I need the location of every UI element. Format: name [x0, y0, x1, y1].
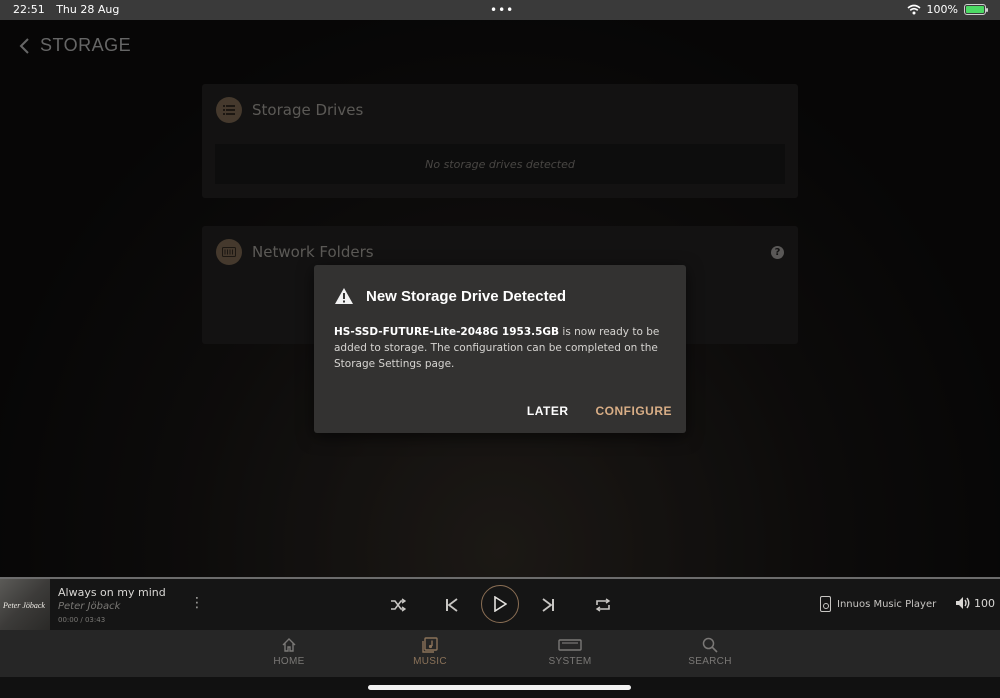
status-date: Thu 28 Aug: [56, 3, 120, 16]
system-device-icon: [558, 639, 582, 651]
home-indicator-bar: [0, 677, 1000, 698]
music-library-icon: [422, 637, 438, 653]
shuffle-button[interactable]: [388, 579, 408, 630]
track-artist: Peter Jöback: [58, 601, 121, 612]
tab-home[interactable]: HOME: [249, 637, 329, 667]
more-options-icon[interactable]: ⋮: [190, 596, 204, 610]
drive-name: HS-SSD-FUTURE-Lite-2048G 1953.5GB: [334, 326, 560, 338]
album-cover[interactable]: Peter Jöback: [0, 579, 50, 630]
later-button[interactable]: LATER: [527, 404, 569, 418]
tab-music-label: MUSIC: [413, 656, 447, 667]
tab-system[interactable]: SYSTEM: [530, 637, 610, 667]
volume-control[interactable]: 100: [955, 596, 995, 610]
configure-button[interactable]: CONFIGURE: [596, 404, 673, 418]
repeat-button[interactable]: [593, 579, 613, 630]
battery-percent: 100%: [926, 3, 958, 16]
status-time: 22:51: [13, 3, 45, 16]
home-indicator[interactable]: [368, 685, 631, 690]
home-icon: [282, 638, 296, 652]
tab-system-label: SYSTEM: [548, 656, 592, 667]
speaker-icon: [820, 596, 831, 612]
multitask-dots[interactable]: •••: [490, 3, 514, 17]
track-time: 00:00 / 03:43: [58, 616, 106, 624]
status-bar: 22:51 Thu 28 Aug ••• 100%: [0, 0, 1000, 20]
tab-music[interactable]: MUSIC: [390, 637, 470, 667]
cover-text: Peter Jöback: [3, 601, 45, 610]
tab-search[interactable]: SEARCH: [670, 637, 750, 667]
next-button[interactable]: [538, 579, 558, 630]
search-icon: [702, 637, 718, 653]
output-device[interactable]: Innuos Music Player: [820, 596, 936, 612]
tab-bar: HOME MUSIC SYSTEM SEARCH: [0, 630, 1000, 677]
track-title: Always on my mind: [58, 586, 166, 599]
warning-icon: [335, 288, 353, 304]
play-button[interactable]: [481, 585, 519, 623]
battery-charging-icon: [964, 4, 988, 15]
volume-level: 100: [974, 596, 995, 610]
repeat-icon: [595, 597, 611, 612]
tab-home-label: HOME: [273, 656, 305, 667]
dialog-message: HS-SSD-FUTURE-Lite-2048G 1953.5GB is now…: [334, 324, 670, 372]
new-drive-dialog: New Storage Drive Detected HS-SSD-FUTURE…: [314, 265, 686, 433]
volume-icon: [956, 597, 970, 609]
previous-icon: [446, 597, 458, 612]
wifi-icon: [907, 4, 921, 15]
shuffle-icon: [391, 597, 406, 612]
device-name: Innuos Music Player: [837, 598, 937, 610]
previous-button[interactable]: [442, 579, 462, 630]
play-icon: [494, 596, 507, 612]
next-icon: [542, 597, 554, 612]
dialog-title: New Storage Drive Detected: [366, 287, 567, 305]
tab-search-label: SEARCH: [688, 656, 732, 667]
now-playing-bar: Peter Jöback Always on my mind Peter Jöb…: [0, 579, 1000, 630]
